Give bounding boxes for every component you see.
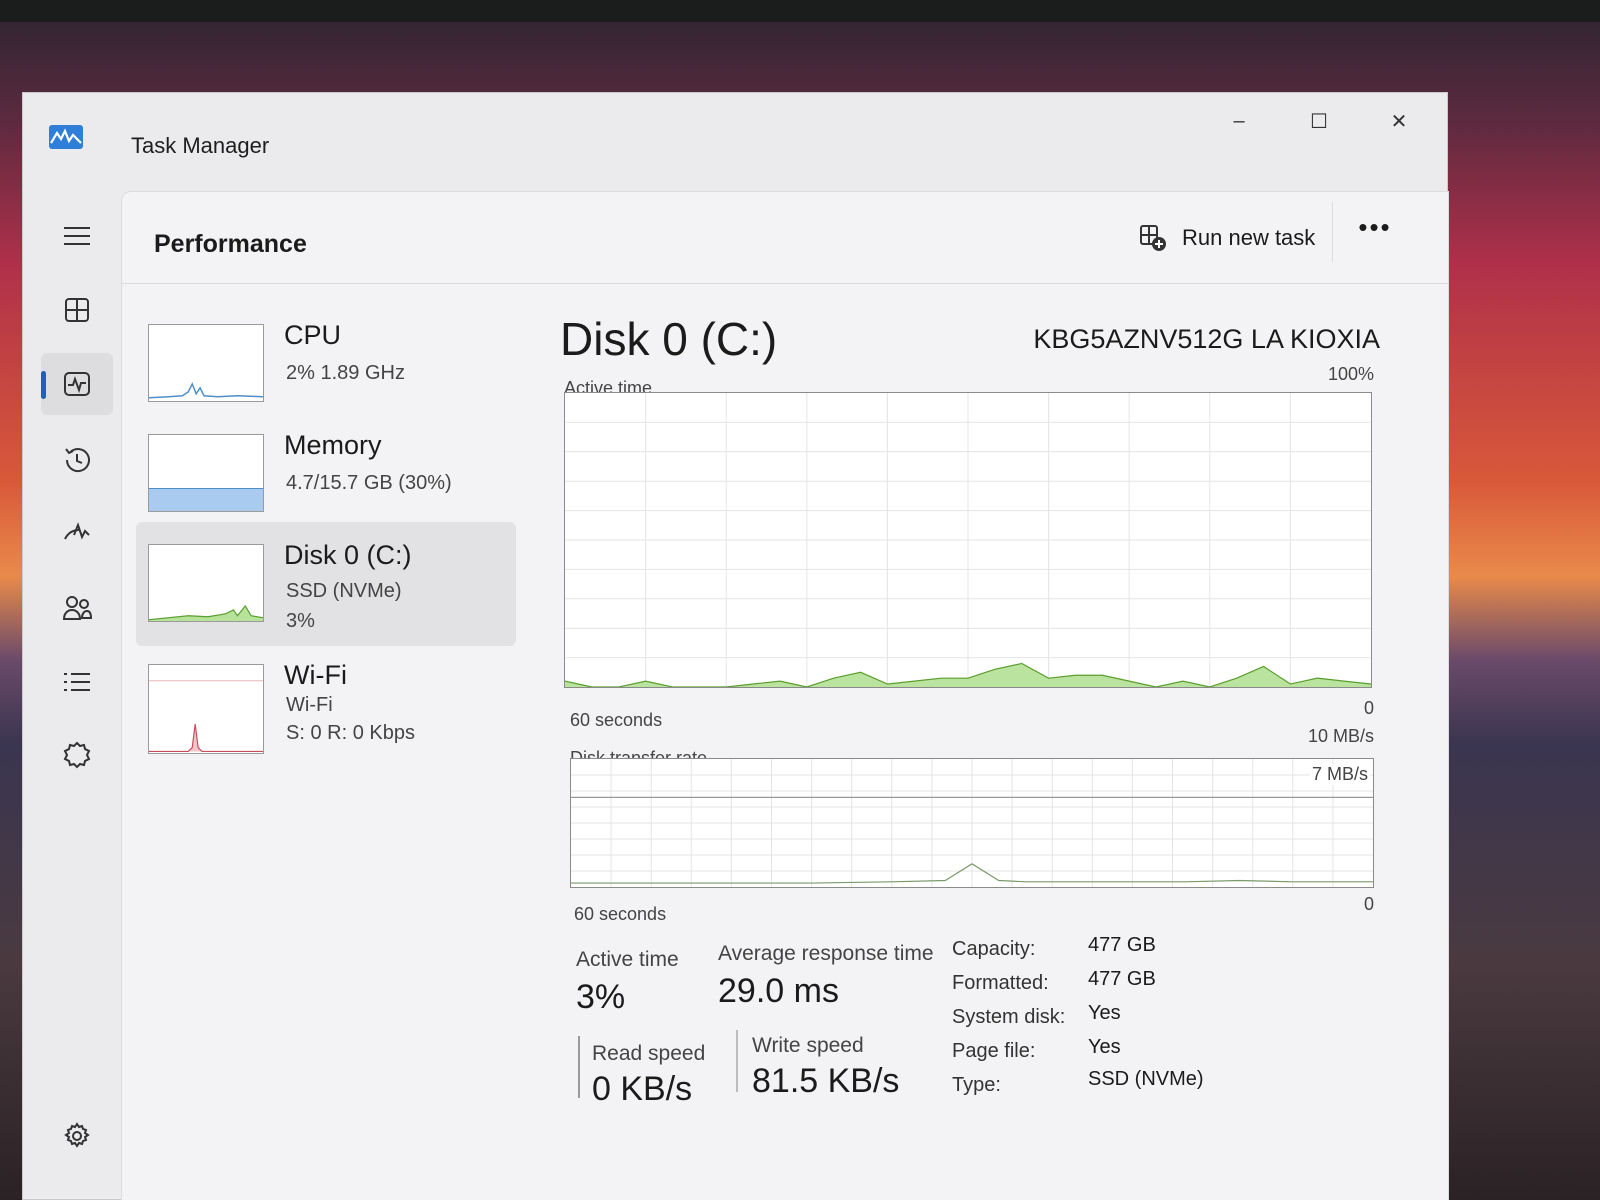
memory-thumbnail-graph — [148, 434, 264, 512]
startup-apps-icon — [64, 522, 90, 540]
property-value: SSD (NVMe) — [1088, 1068, 1204, 1090]
active-time-max-label: 100% — [1327, 364, 1374, 384]
read-speed-value: 0 KB/s — [592, 1070, 693, 1108]
property-value: 477 GB — [1088, 968, 1156, 990]
transfer-rate-min-label: 0 — [1363, 894, 1374, 914]
nav-performance[interactable] — [41, 353, 113, 415]
nav-users[interactable] — [41, 577, 113, 639]
read-speed-divider — [578, 1036, 580, 1098]
property-key: Page file: — [952, 1040, 1036, 1062]
active-time-stat-label: Active time — [576, 948, 679, 971]
avg-response-value: 29.0 ms — [718, 972, 839, 1010]
property-key: Capacity: — [952, 938, 1036, 960]
close-icon: ✕ — [1390, 110, 1408, 133]
nav-startup-apps[interactable] — [41, 503, 113, 565]
performance-icon — [64, 372, 90, 396]
resource-name: Wi-Fi — [284, 660, 347, 690]
nav-details[interactable] — [41, 651, 113, 713]
maximize-icon: ☐ — [1310, 110, 1328, 133]
run-new-task-label: Run new task — [1182, 225, 1316, 250]
transfer-rate-duration-label: 60 seconds — [574, 904, 667, 924]
processes-icon — [65, 298, 89, 322]
transfer-rate-chart — [571, 759, 1373, 887]
nav-menu-button[interactable] — [41, 205, 113, 267]
task-manager-app-icon — [49, 125, 83, 149]
memory-fill — [149, 488, 263, 511]
resource-detail: 2% 1.89 GHz — [286, 362, 405, 384]
disk-title: Disk 0 (C:) — [560, 313, 778, 365]
property-value: Yes — [1088, 1002, 1121, 1024]
property-value: Yes — [1088, 1036, 1121, 1058]
more-options-button[interactable]: ••• — [1352, 212, 1398, 252]
title-bar[interactable]: Task Manager – ☐ ✕ — [23, 93, 1447, 185]
resource-name: CPU — [284, 320, 342, 350]
nav-services[interactable] — [41, 725, 113, 787]
resource-throughput: S: 0 R: 0 Kbps — [286, 722, 415, 744]
active-time-graph — [564, 392, 1372, 688]
active-time-min-label: 0 — [1363, 698, 1374, 718]
avg-response-label: Average response time — [718, 942, 934, 965]
cpu-thumbnail-graph — [148, 324, 264, 402]
window-title: Task Manager — [131, 133, 270, 158]
run-new-task-button[interactable]: Run new task — [1138, 218, 1315, 258]
disk-thumbnail-chart — [149, 604, 263, 621]
more-icon: ••• — [1358, 212, 1392, 242]
content-pane: Performance Run new task ••• CPU 2% 1.89… — [121, 191, 1449, 1200]
resource-name: Disk 0 (C:) — [284, 540, 412, 570]
users-icon — [62, 596, 93, 620]
active-time-duration-label: 60 seconds — [570, 710, 663, 730]
task-manager-window: Task Manager – ☐ ✕ Performance Run new t… — [22, 92, 1449, 1200]
write-speed-label: Write speed — [752, 1034, 864, 1057]
property-key: System disk: — [952, 1006, 1066, 1028]
page-title: Performance — [154, 230, 307, 258]
maximize-button[interactable]: ☐ — [1289, 101, 1349, 141]
app-history-icon — [65, 448, 90, 472]
transfer-rate-max-label: 10 MB/s — [1307, 726, 1374, 746]
wifi-thumbnail-chart — [149, 680, 263, 753]
nav-processes[interactable] — [41, 279, 113, 341]
minimize-button[interactable]: – — [1209, 101, 1269, 141]
monitor-bezel — [0, 0, 1600, 22]
write-speed-value: 81.5 KB/s — [752, 1062, 900, 1100]
run-new-task-icon — [1140, 225, 1166, 251]
details-icon — [64, 673, 90, 691]
active-time-chart — [565, 393, 1371, 687]
resource-cpu[interactable]: CPU 2% 1.89 GHz — [136, 310, 516, 434]
transfer-rate-mid-label: 7 MB/s — [1309, 764, 1370, 785]
resource-detail: SSD (NVMe) — [286, 580, 402, 602]
active-time-stat-value: 3% — [576, 978, 626, 1016]
resource-name: Memory — [284, 430, 382, 460]
minimize-icon: – — [1233, 109, 1245, 132]
command-separator — [1332, 202, 1333, 262]
resource-wifi[interactable]: Wi-Fi Wi-Fi S: 0 R: 0 Kbps — [136, 650, 516, 774]
resource-usage: 3% — [286, 610, 315, 632]
disk-thumbnail-graph — [148, 544, 264, 622]
read-speed-label: Read speed — [592, 1042, 706, 1065]
property-key: Formatted: — [952, 972, 1049, 994]
cpu-thumbnail-chart — [149, 382, 263, 399]
resource-detail: Wi-Fi — [286, 694, 333, 716]
services-icon — [63, 741, 91, 769]
disk-model: KBG5AZNV512G LA KIOXIA — [1033, 324, 1380, 354]
nav-app-history[interactable] — [41, 429, 113, 491]
resource-disk-0[interactable]: Disk 0 (C:) SSD (NVMe) 3% — [136, 522, 516, 646]
write-speed-divider — [736, 1030, 738, 1092]
close-button[interactable]: ✕ — [1369, 101, 1429, 141]
hamburger-menu-icon — [64, 227, 90, 245]
wifi-thumbnail-graph — [148, 664, 264, 754]
transfer-rate-graph — [570, 758, 1374, 888]
property-key: Type: — [952, 1074, 1001, 1096]
command-bar: Performance Run new task ••• — [122, 192, 1448, 284]
property-value: 477 GB — [1088, 934, 1156, 956]
navigation-rail — [23, 185, 121, 1200]
resource-detail: 4.7/15.7 GB (30%) — [286, 472, 452, 494]
nav-settings[interactable] — [41, 1105, 113, 1167]
settings-icon — [64, 1122, 90, 1148]
